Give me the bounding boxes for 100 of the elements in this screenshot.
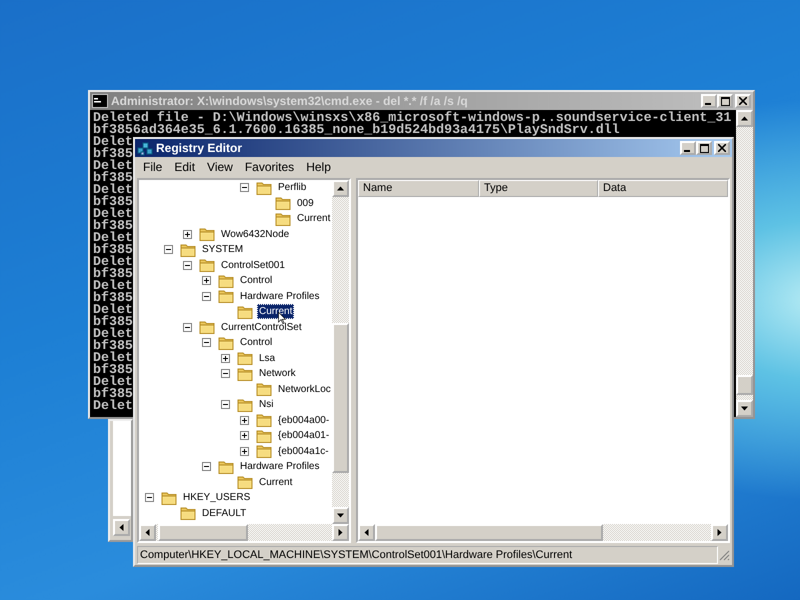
menu-item[interactable]: File [137,160,168,174]
minimize-button[interactable] [680,141,696,155]
folder-icon [237,304,253,319]
resize-grip-icon[interactable] [718,549,730,561]
tree-expander[interactable] [183,260,192,270]
scroll-arrow-icon [741,405,748,412]
console-line: Delet [93,400,133,412]
scroll-arrow-icon [118,524,125,531]
scroll-left-button[interactable] [139,524,156,541]
tree-item[interactable]: Control [238,335,274,350]
column-header[interactable]: Name [358,180,479,197]
console-line: bf385 [93,268,133,280]
tree-item[interactable]: Current [257,474,294,490]
tree-item[interactable]: Control [238,273,274,288]
folder-icon [180,242,196,257]
maximize-icon [700,144,708,152]
menu-item[interactable]: View [201,160,239,174]
scroll-thumb[interactable] [736,375,753,395]
tree-item[interactable]: {eb004a1c- [276,444,331,459]
tree-item[interactable]: {eb004a01- [276,428,332,444]
folder-icon [180,506,196,520]
folder-icon [237,366,253,381]
tree-item[interactable]: 009 [295,196,316,211]
tree-expander[interactable] [202,338,211,348]
tree-expander[interactable] [240,183,249,192]
tree-item[interactable]: NetworkLoc [276,382,332,397]
scroll-down-button[interactable] [332,507,349,524]
tree-item[interactable]: Perflib [276,180,308,196]
menu-item[interactable]: Help [300,160,337,174]
folder-icon [199,227,215,242]
scroll-right-button[interactable] [711,524,728,541]
tree-item[interactable]: Current [257,304,294,320]
scroll-thumb[interactable] [332,323,349,473]
scroll-thumb[interactable] [375,524,603,541]
console-icon [92,94,108,108]
scroll-up-button[interactable] [332,180,349,197]
tree-item[interactable]: HKEY_USERS [181,490,252,506]
console-line: Delet [93,256,133,268]
console-line: bf3856ad364e35_6.1.7600.16385_none_b19d524bd93a4175\PlaySndSrv.dll [93,124,620,136]
status-bar: Computer\HKEY_LOCAL_MACHINE\SYSTEM\ControlSet001\Hardware Profiles\Current [137,546,718,564]
scroll-up-button[interactable] [736,110,753,127]
console-line: bf385 [93,196,133,208]
scroll-thumb[interactable] [158,524,248,541]
console-line: Delet [93,304,133,316]
column-header[interactable]: Data [598,180,728,197]
scroll-left-button[interactable] [113,519,130,536]
tree-expander[interactable] [202,462,211,472]
folder-icon [199,258,215,272]
folder-icon [161,490,177,505]
tree-expander[interactable] [145,493,154,502]
scroll-right-button[interactable] [332,524,349,541]
scroll-left-button[interactable] [358,524,375,541]
tree-expander[interactable] [202,276,211,286]
folder-icon [218,336,234,350]
folder-icon [256,180,272,195]
console-line: Delet [93,160,133,172]
close-button[interactable] [714,141,730,155]
menu-item[interactable]: Edit [168,160,202,174]
tree-expander[interactable] [221,400,230,410]
tree-item[interactable]: CurrentControlSet [219,320,304,335]
console-line: Delet [93,376,133,388]
tree-expander[interactable] [221,354,230,363]
console-line: bf385 [93,340,133,352]
tree-expander[interactable] [240,446,249,456]
tree-item[interactable]: SYSTEM [200,242,246,258]
tree-item[interactable]: ControlSet001 [219,258,287,273]
scroll-down-button[interactable] [736,400,753,417]
folder-icon [218,460,234,474]
tree-item[interactable]: Wow6432Node [219,226,292,242]
console-line: Delet [93,184,133,196]
tree-expander[interactable] [221,369,230,378]
scroll-arrow-icon [363,529,370,536]
tree-expander[interactable] [240,431,249,440]
tree-expander[interactable] [164,245,173,254]
tree-item[interactable]: DEFAULT [200,506,248,521]
console-line: Deleted file - D:\Windows\winsxs\x86_microsoft-windows-p..soundservice-client_31 [93,112,732,124]
folder-icon [237,351,253,366]
tree-expander[interactable] [183,322,192,332]
tree-expander[interactable] [202,292,211,301]
console-line: Delet [93,352,133,364]
tree-item[interactable]: Hardware Profiles [238,459,322,474]
folder-icon [256,444,272,458]
tree-expander[interactable] [183,230,192,239]
close-icon [718,144,726,152]
tree-item[interactable]: Current [295,211,332,226]
close-icon [739,97,747,105]
tree-item[interactable]: {eb004a00- [276,412,332,428]
tree-item[interactable]: Hardware Profiles [238,288,322,304]
console-line: bf385 [93,220,133,232]
scroll-arrow-icon [337,185,344,192]
tree-expander[interactable] [240,416,249,425]
tree-item[interactable]: Nsi [257,397,276,412]
tree-item[interactable]: Network [257,366,298,382]
folder-icon [199,320,215,334]
window-title: Registry Editor [156,141,244,155]
maximize-button[interactable] [696,141,712,155]
menu-item[interactable]: Favorites [238,160,300,174]
tree-item[interactable]: Lsa [257,350,278,366]
column-header[interactable]: Type [479,180,598,197]
scroll-arrow-icon [741,115,748,122]
